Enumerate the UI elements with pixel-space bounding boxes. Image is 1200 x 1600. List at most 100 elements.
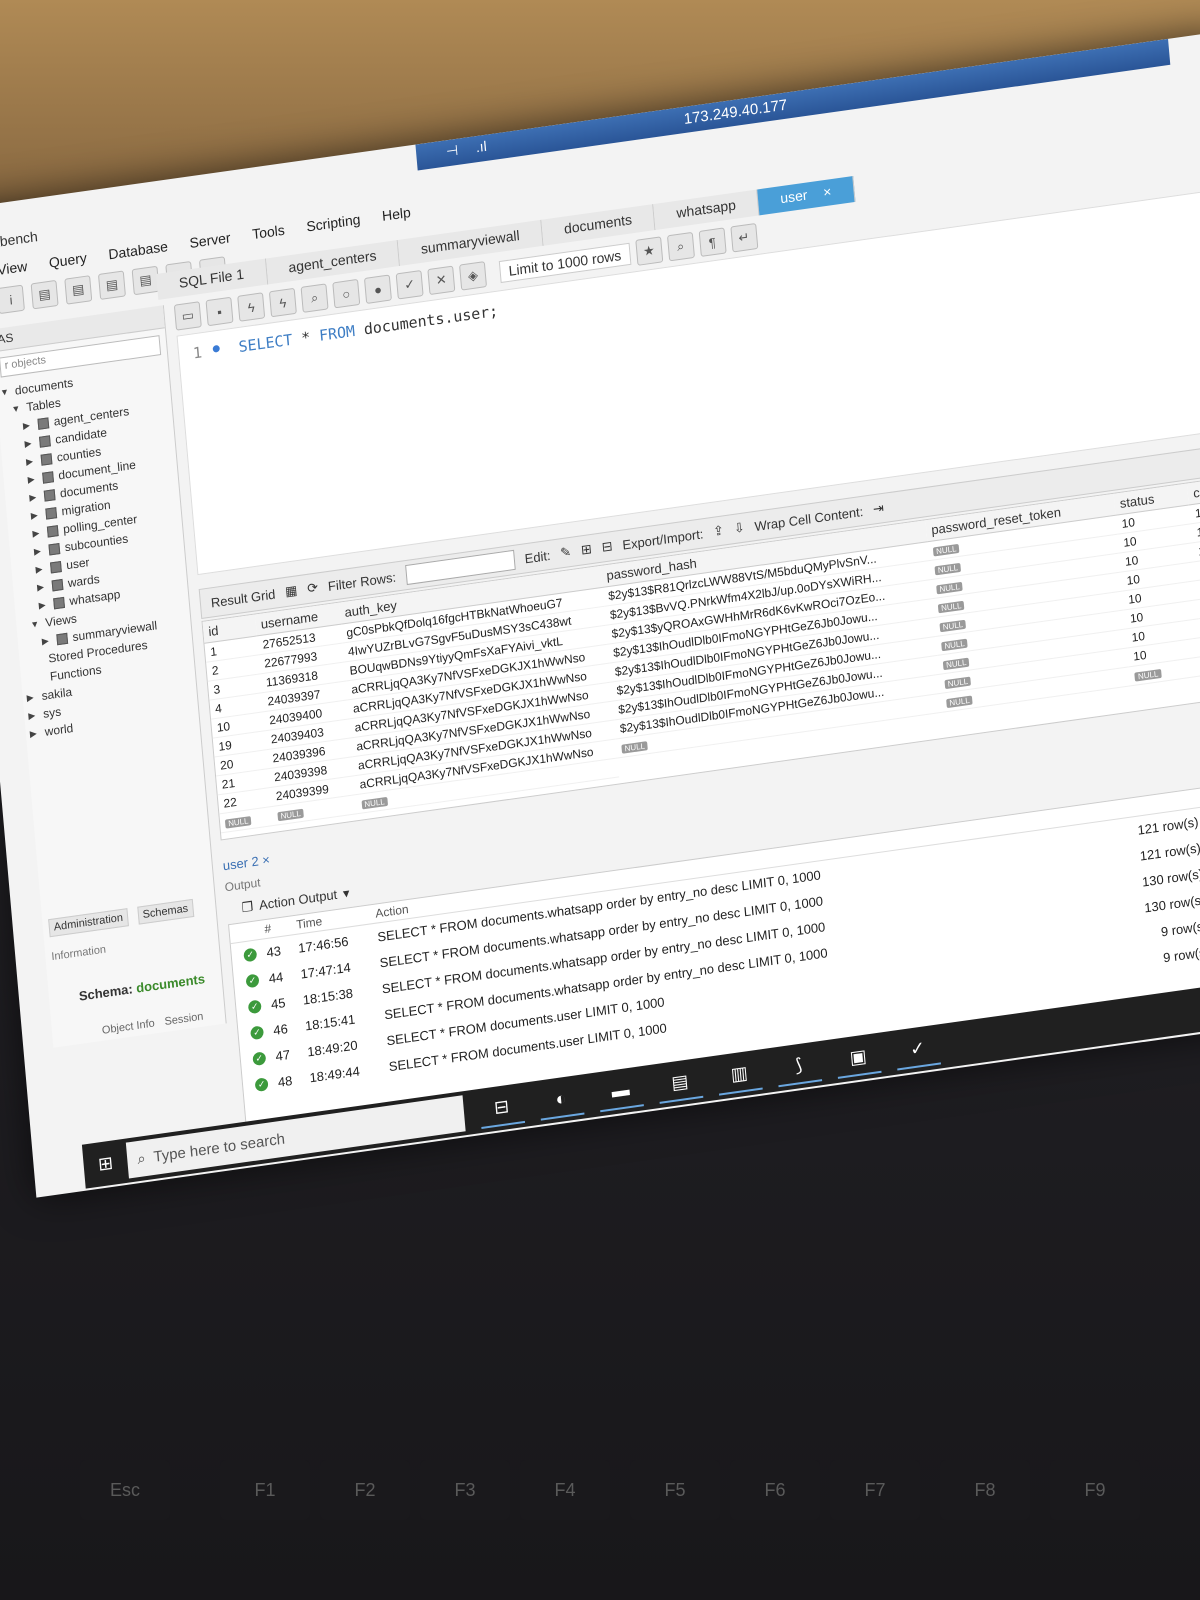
key-f5[interactable]: F5 xyxy=(630,1460,720,1520)
key-f1[interactable]: F1 xyxy=(220,1460,310,1520)
menu-view[interactable]: View xyxy=(0,256,30,285)
key-f3[interactable]: F3 xyxy=(420,1460,510,1520)
task-view-icon[interactable]: ⊟ xyxy=(478,1086,526,1129)
table-icon xyxy=(45,506,58,520)
key-f8[interactable]: F8 xyxy=(940,1460,1030,1520)
table-icon xyxy=(53,596,65,609)
insert-row-icon[interactable]: ⊞ xyxy=(580,541,592,558)
result-grid-label[interactable]: Result Grid xyxy=(210,586,276,610)
tab-user[interactable]: user × xyxy=(757,175,856,216)
key-f6[interactable]: F6 xyxy=(730,1460,820,1520)
edge-icon[interactable]: ◐ xyxy=(537,1078,585,1121)
pin-icon[interactable]: ⊣ xyxy=(445,142,459,161)
tab-session[interactable]: Session xyxy=(164,1011,204,1028)
tab-administration[interactable]: Administration xyxy=(48,908,129,938)
chevron-down-icon[interactable]: ▼ xyxy=(30,618,41,630)
null-badge: NULL xyxy=(941,638,969,652)
key-f7[interactable]: F7 xyxy=(830,1460,920,1520)
null-badge: NULL xyxy=(277,808,305,822)
wrap-icon[interactable]: ↵ xyxy=(729,222,758,253)
chevron-right-icon[interactable]: ▶ xyxy=(27,473,38,485)
result-tab-user-2[interactable]: user 2 × xyxy=(222,852,270,874)
chevron-right-icon[interactable]: ▶ xyxy=(35,563,46,575)
execute-icon[interactable]: ϟ xyxy=(237,292,266,322)
chevron-right-icon[interactable]: ▶ xyxy=(32,527,43,539)
chevron-right-icon[interactable]: ▶ xyxy=(29,491,40,503)
windows-start-icon[interactable]: ⊞ xyxy=(82,1139,129,1189)
open-file-icon[interactable]: ▭ xyxy=(173,301,202,331)
chevron-right-icon[interactable]: ▶ xyxy=(29,727,40,739)
success-icon: ✓ xyxy=(243,947,258,962)
tab-object-info[interactable]: Object Info xyxy=(101,1017,155,1036)
open-sql-icon[interactable]: ▤ xyxy=(64,275,93,305)
close-icon[interactable]: × xyxy=(822,183,832,202)
menu-query[interactable]: Query xyxy=(46,247,90,277)
key-f9[interactable]: F9 xyxy=(1050,1460,1140,1520)
key-esc[interactable]: Esc xyxy=(80,1460,170,1520)
close-icon[interactable]: × xyxy=(262,852,271,868)
null-badge: NULL xyxy=(224,815,252,829)
app-icon[interactable]: ▤ xyxy=(656,1061,704,1104)
info-tabs: Object Info Session xyxy=(101,1011,203,1037)
null-badge: NULL xyxy=(939,619,967,633)
save-icon[interactable]: ▪ xyxy=(205,296,234,327)
chevron-down-icon[interactable]: ▼ xyxy=(11,403,22,414)
menu-help[interactable]: Help xyxy=(379,202,414,231)
app-icon[interactable]: ▥ xyxy=(716,1053,763,1096)
import-icon[interactable]: ⇩ xyxy=(733,520,745,537)
toggle-error-icon[interactable]: ● xyxy=(363,274,392,304)
chevron-right-icon[interactable]: ▶ xyxy=(37,581,48,593)
create-table-icon[interactable]: ▤ xyxy=(131,265,160,296)
new-sql-tab-icon[interactable]: ▤ xyxy=(30,279,59,310)
copy-icon[interactable]: ❐ xyxy=(241,899,254,917)
autocommit-icon[interactable]: ◈ xyxy=(459,261,488,291)
schema-label: sakila xyxy=(41,684,73,703)
table-icon xyxy=(48,542,61,556)
chevron-right-icon[interactable]: ▶ xyxy=(38,599,49,611)
chevron-right-icon[interactable]: ▶ xyxy=(30,509,41,521)
invisible-chars-icon[interactable]: ¶ xyxy=(698,227,727,258)
beautify-icon[interactable]: ★ xyxy=(634,236,663,266)
info-icon[interactable]: i xyxy=(0,284,25,315)
rollback-icon[interactable]: ✕ xyxy=(427,265,456,296)
chevron-right-icon[interactable]: ▶ xyxy=(26,455,37,467)
stop-icon[interactable]: ○ xyxy=(332,278,361,309)
chevron-right-icon[interactable]: ▶ xyxy=(24,437,35,449)
chevron-down-icon[interactable]: ▾ xyxy=(342,885,350,902)
commit-icon[interactable]: ✓ xyxy=(395,269,424,300)
grid-icon[interactable]: ▦ xyxy=(284,582,298,600)
table-icon xyxy=(37,416,50,430)
chevron-down-icon[interactable]: ▼ xyxy=(0,386,10,398)
execute-current-icon[interactable]: ϟ xyxy=(268,287,297,318)
success-icon: ✓ xyxy=(250,1024,265,1040)
schema-label: sys xyxy=(42,704,62,721)
table-icon xyxy=(49,560,62,573)
wrap-cell-icon[interactable]: ⇥ xyxy=(872,500,884,517)
mysql-workbench-icon[interactable]: ⟆ xyxy=(775,1045,823,1088)
information-header: Information xyxy=(50,943,107,964)
keyboard: Esc F1 F2 F3 F4 F5 F6 F7 F8 F9 xyxy=(0,1420,1200,1600)
export-icon[interactable]: ⇪ xyxy=(712,522,724,539)
chevron-right-icon[interactable]: ▶ xyxy=(26,691,37,703)
app-icon[interactable]: ▣ xyxy=(834,1036,882,1079)
delete-row-icon[interactable]: ⊟ xyxy=(601,538,613,555)
create-schema-icon[interactable]: ▤ xyxy=(97,270,126,300)
explain-icon[interactable]: ⌕ xyxy=(300,283,329,313)
tab-schemas[interactable]: Schemas xyxy=(136,898,194,925)
key-f2[interactable]: F2 xyxy=(320,1460,410,1520)
output-num: 43 xyxy=(265,942,282,960)
null-badge: NULL xyxy=(946,695,974,709)
menu-server[interactable]: Server xyxy=(187,227,234,257)
edit-row-icon[interactable]: ✎ xyxy=(560,544,572,561)
null-badge: NULL xyxy=(361,796,389,810)
chevron-right-icon[interactable]: ▶ xyxy=(41,635,52,647)
chevron-right-icon[interactable]: ▶ xyxy=(23,419,34,431)
key-f4[interactable]: F4 xyxy=(520,1460,610,1520)
menu-tools[interactable]: Tools xyxy=(249,219,287,248)
chevron-right-icon[interactable]: ▶ xyxy=(28,709,39,721)
app-icon[interactable]: ✓ xyxy=(894,1028,941,1071)
chevron-right-icon[interactable]: ▶ xyxy=(34,545,45,557)
file-explorer-icon[interactable]: ▬ xyxy=(597,1070,644,1113)
refresh-icon[interactable]: ⟳ xyxy=(307,579,319,596)
find-icon[interactable]: ⌕ xyxy=(666,231,695,262)
